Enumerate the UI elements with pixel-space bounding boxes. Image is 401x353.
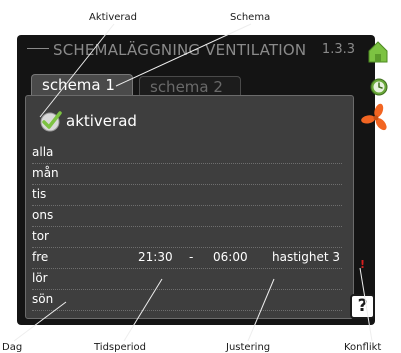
leader-line-dag xyxy=(13,301,67,342)
leader-line-tidsperiod xyxy=(123,278,163,342)
leader-line-aktiverad xyxy=(39,23,115,118)
leader-line-konflikt xyxy=(359,267,373,342)
annotation-leader-lines xyxy=(13,23,373,342)
leader-line-justering xyxy=(247,278,275,342)
leader-line-schema xyxy=(115,23,252,87)
